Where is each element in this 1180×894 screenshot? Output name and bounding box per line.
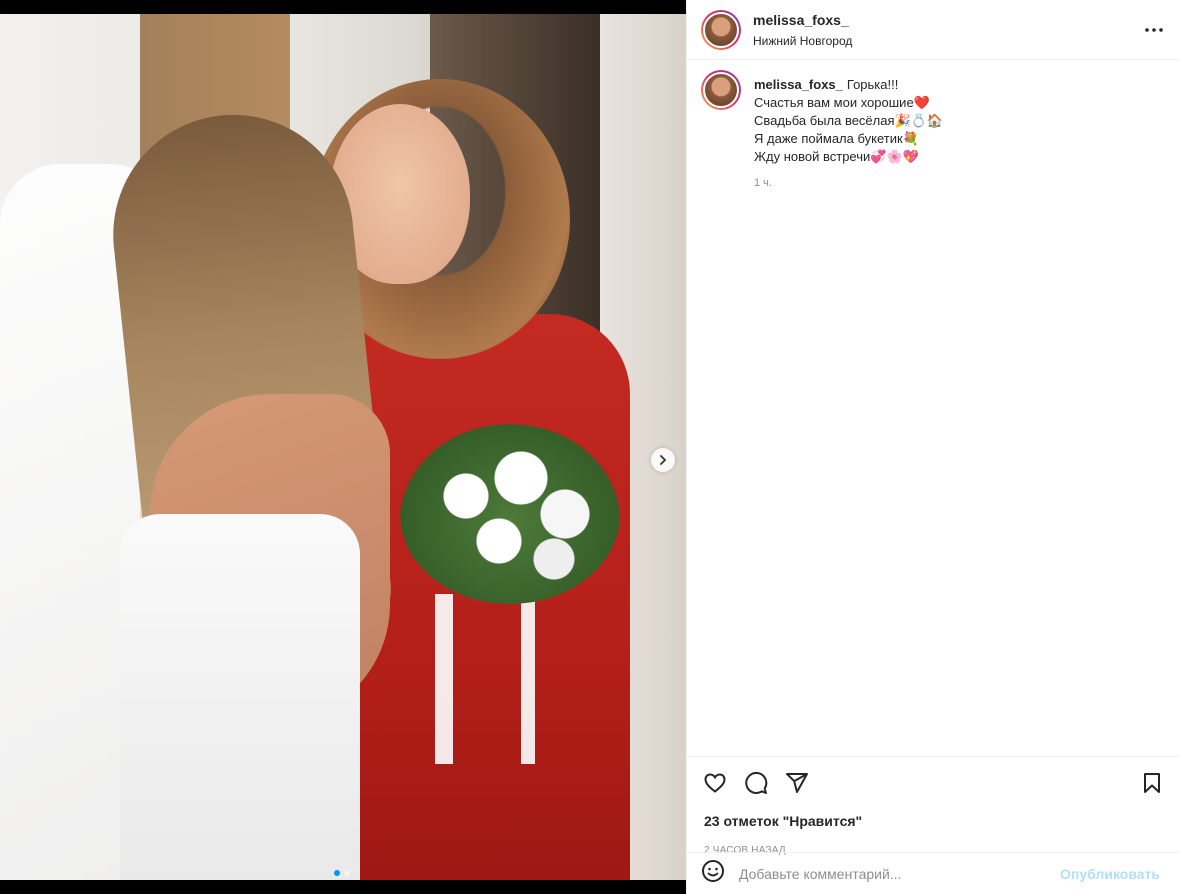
post-caption: melissa_foxs_ Горька!!! Счастья вам мои х… [701, 70, 1166, 192]
bookmark-icon [1144, 773, 1160, 793]
photo-bride-dress [120, 514, 360, 880]
post-photo [0, 14, 686, 880]
chevron-right-icon [660, 455, 667, 465]
post-location[interactable]: Нижний Новгород [753, 34, 1142, 48]
more-horizontal-icon [1145, 27, 1163, 32]
share-button[interactable] [785, 771, 809, 795]
comment-button[interactable] [744, 771, 768, 795]
post-side-panel: melissa_foxs_ Нижний Новгород melissa_fo… [686, 0, 1180, 894]
carousel-dot [344, 870, 350, 876]
caption-username[interactable]: melissa_foxs_ [754, 77, 843, 92]
more-options-button[interactable] [1142, 18, 1166, 42]
like-button[interactable] [703, 771, 727, 795]
caption-line: Я даже поймала букетик💐 [754, 131, 919, 146]
carousel-dot-active [334, 870, 340, 876]
carousel-indicator [334, 870, 350, 876]
caption-line: Счастья вам мои хорошие❤️ [754, 95, 930, 110]
publish-button[interactable]: Опубликовать [1060, 866, 1160, 882]
save-button[interactable] [1140, 771, 1164, 795]
photo-bouquet [400, 424, 620, 604]
post-username[interactable]: melissa_foxs_ [753, 12, 1142, 28]
caption-line: Жду новой встречи💞🌸💖 [754, 149, 919, 164]
photo-ribbon [435, 594, 535, 764]
post-header: melissa_foxs_ Нижний Новгород [687, 0, 1180, 60]
post-actions-section: 23 отметок "Нравится" 2 часов назад [687, 756, 1180, 856]
emoji-button[interactable] [701, 859, 725, 888]
caption-time[interactable]: 1 ч. [754, 174, 943, 192]
caption-line: Свадьба была весёлая🎉💍🏠 [754, 113, 944, 128]
comment-icon [745, 772, 768, 794]
caption-lead: Горька!!! [846, 77, 899, 92]
heart-icon [704, 773, 726, 793]
caption-avatar[interactable] [701, 70, 741, 110]
paper-plane-icon [786, 773, 808, 793]
smiley-icon [702, 860, 724, 882]
next-slide-button[interactable] [651, 448, 675, 472]
avatar[interactable] [701, 9, 741, 50]
comment-input[interactable] [739, 865, 1061, 882]
likes-count[interactable]: 23 отметок "Нравится" [687, 797, 1180, 829]
comment-bar: Опубликовать [687, 852, 1180, 894]
